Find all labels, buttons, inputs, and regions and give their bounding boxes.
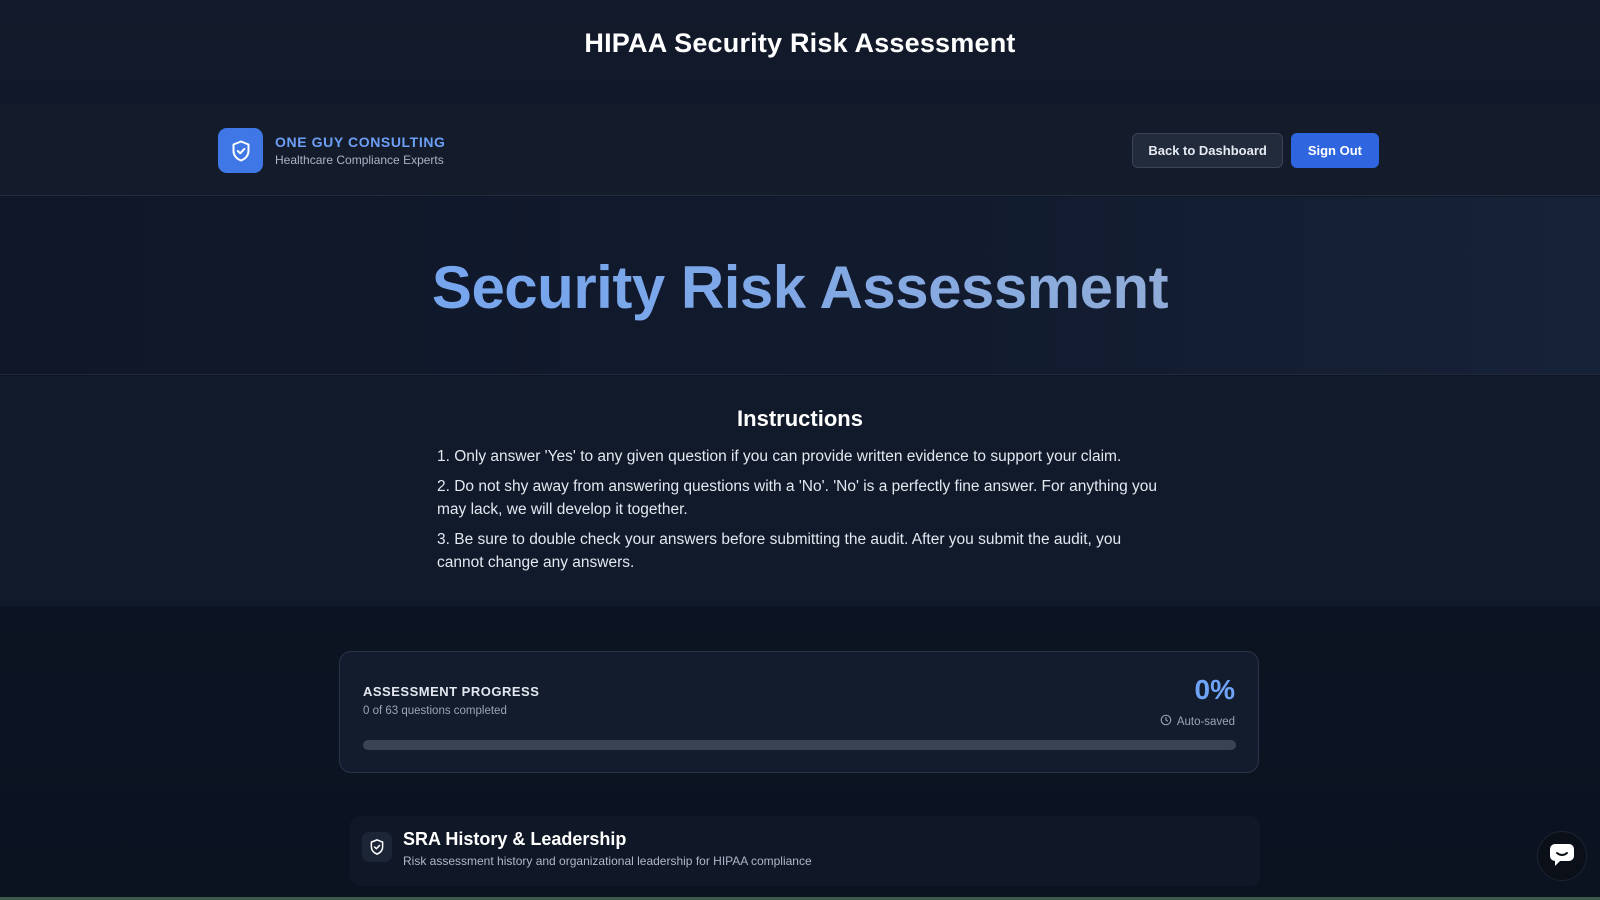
auto-saved-status: Auto-saved (1160, 714, 1235, 729)
chat-button[interactable] (1537, 831, 1587, 881)
section-description: Risk assessment history and organization… (403, 854, 812, 868)
clock-icon (1160, 714, 1172, 729)
brand-text: ONE GUY CONSULTING Healthcare Compliance… (275, 134, 446, 167)
sign-out-button[interactable]: Sign Out (1290, 133, 1379, 168)
back-to-dashboard-button[interactable]: Back to Dashboard (1132, 133, 1283, 168)
section-title: SRA History & Leadership (403, 829, 627, 849)
instructions-section: Instructions 1. Only answer 'Yes' to any… (0, 376, 1600, 606)
progress-count: 0 of 63 questions completed (363, 705, 507, 717)
assessment-progress-card: ASSESSMENT PROGRESS 0 of 63 questions co… (339, 651, 1259, 773)
instruction-item: 3. Be sure to double check your answers … (437, 531, 1122, 571)
instruction-item: 1. Only answer 'Yes' to any given questi… (437, 448, 1122, 465)
auto-saved-label: Auto-saved (1176, 715, 1235, 728)
instructions-title: Instructions (737, 406, 863, 431)
brand[interactable]: ONE GUY CONSULTING Healthcare Compliance… (218, 128, 446, 173)
nav-actions: Back to Dashboard Sign Out (1132, 133, 1379, 168)
instruction-item: 2. Do not shy away from answering questi… (437, 478, 1158, 518)
brand-tagline: Healthcare Compliance Experts (275, 153, 444, 167)
shield-check-icon (218, 128, 263, 173)
instructions-list: 1. Only answer 'Yes' to any given questi… (437, 445, 1167, 581)
section-header-sra-history[interactable]: SRA History & Leadership Risk assessment… (350, 816, 1260, 886)
brand-name: ONE GUY CONSULTING (275, 134, 446, 150)
chat-icon (1547, 839, 1577, 874)
progress-bar (363, 740, 1236, 750)
window-title: HIPAA Security Risk Assessment (584, 28, 1016, 58)
page-title: Security Risk Assessment (0, 253, 1600, 322)
progress-label: ASSESSMENT PROGRESS (363, 684, 540, 699)
top-navbar: ONE GUY CONSULTING Healthcare Compliance… (0, 104, 1600, 196)
shield-check-icon (362, 832, 392, 862)
hero-banner: Security Risk Assessment (0, 197, 1600, 375)
page: HIPAA Security Risk Assessment ONE GUY C… (0, 0, 1600, 900)
progress-percent: 0% (1194, 674, 1235, 705)
